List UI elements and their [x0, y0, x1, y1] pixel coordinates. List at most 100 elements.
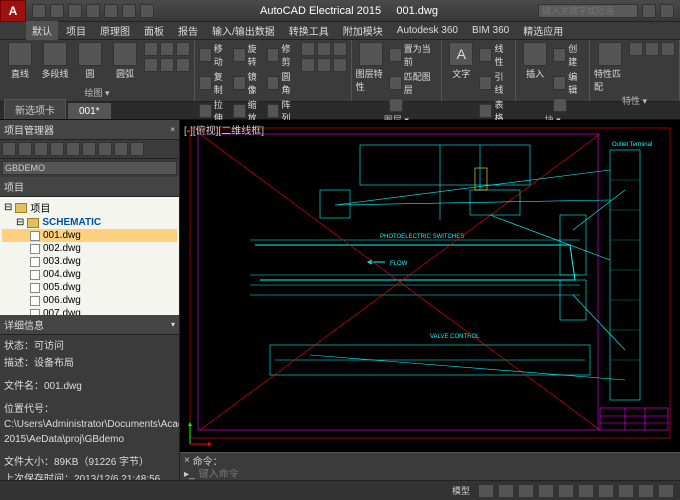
status-qp-icon[interactable] — [618, 484, 634, 498]
pm-tool-5-icon[interactable] — [66, 142, 80, 156]
qat-new-icon[interactable] — [32, 4, 46, 18]
rotate-button[interactable]: 旋转 — [233, 42, 264, 68]
tab-default[interactable]: 默认 — [26, 21, 58, 40]
status-lwt-icon[interactable] — [598, 484, 614, 498]
modify-more-4-icon[interactable] — [301, 58, 315, 72]
ucs-icon[interactable] — [186, 418, 216, 448]
command-input[interactable] — [195, 469, 676, 480]
tree-file[interactable]: 001.dwg — [2, 229, 177, 242]
status-otrack-icon[interactable] — [578, 484, 594, 498]
modify-more-3-icon[interactable] — [333, 42, 347, 56]
tab-featured[interactable]: 精选应用 — [517, 21, 569, 40]
qat-undo-icon[interactable] — [122, 4, 136, 18]
polyline-button[interactable]: 多段线 — [39, 42, 71, 80]
pm-tool-3-icon[interactable] — [34, 142, 48, 156]
fillet-button[interactable]: 圆角 — [267, 70, 298, 96]
qat-plot-icon[interactable] — [104, 4, 118, 18]
insert-button[interactable]: 插入 — [520, 42, 550, 80]
tab-panel[interactable]: 面板 — [138, 21, 170, 40]
pm-search-input[interactable] — [2, 161, 177, 175]
pm-tool-8-icon[interactable] — [114, 142, 128, 156]
copy-button[interactable]: 复制 — [199, 70, 230, 96]
draw-more-5-icon[interactable] — [160, 58, 174, 72]
help-icon[interactable] — [660, 4, 674, 18]
props-3-icon[interactable] — [661, 42, 675, 56]
status-custom-icon[interactable] — [658, 484, 674, 498]
app-menu-button[interactable]: A — [0, 0, 26, 22]
match-props-button[interactable]: 特性匹配 — [594, 42, 626, 93]
status-ortho-icon[interactable] — [518, 484, 534, 498]
layer-props-button[interactable]: 图层特性 — [356, 42, 386, 93]
collapse-icon[interactable]: ▾ — [171, 320, 175, 329]
status-polar-icon[interactable] — [538, 484, 554, 498]
drawing-canvas[interactable]: [-][俯视][二维线框] PHOTOELECTRIC SWITCHES FLO… — [180, 120, 680, 480]
leader-button[interactable]: 引线 — [479, 70, 511, 96]
tree-root[interactable]: ⊟项目 — [2, 199, 177, 216]
circle-button[interactable]: 圆 — [74, 42, 106, 80]
tree-file[interactable]: 003.dwg — [2, 255, 177, 268]
pm-tool-9-icon[interactable] — [130, 142, 144, 156]
project-tree[interactable]: ⊟项目 ⊟SCHEMATIC 001.dwg 002.dwg 003.dwg 0… — [0, 197, 179, 315]
dim-linear-button[interactable]: 线性 — [479, 42, 511, 68]
tree-file[interactable]: 004.dwg — [2, 268, 177, 281]
pm-tool-1-icon[interactable] — [2, 142, 16, 156]
pm-tool-6-icon[interactable] — [82, 142, 96, 156]
draw-more-6-icon[interactable] — [176, 58, 190, 72]
tab-schematic[interactable]: 原理图 — [94, 21, 136, 40]
modify-more-1-icon[interactable] — [301, 42, 315, 56]
draw-more-1-icon[interactable] — [144, 42, 158, 56]
make-current-button[interactable]: 置为当前 — [389, 42, 438, 68]
edit-block-button[interactable]: 编辑 — [553, 70, 585, 96]
pm-tool-7-icon[interactable] — [98, 142, 112, 156]
block-more-icon[interactable] — [553, 98, 567, 112]
draw-more-2-icon[interactable] — [160, 42, 174, 56]
modify-more-5-icon[interactable] — [317, 58, 331, 72]
pm-tool-4-icon[interactable] — [50, 142, 64, 156]
tree-file[interactable]: 006.dwg — [2, 294, 177, 307]
qat-saveas-icon[interactable] — [86, 4, 100, 18]
tab-addins[interactable]: 附加模块 — [337, 21, 389, 40]
tree-file[interactable]: 002.dwg — [2, 242, 177, 255]
trim-button[interactable]: 修剪 — [267, 42, 298, 68]
status-ws-icon[interactable] — [638, 484, 654, 498]
props-1-icon[interactable] — [629, 42, 643, 56]
new-tab-button[interactable]: 新选项卡 — [4, 99, 66, 119]
draw-more-3-icon[interactable] — [176, 42, 190, 56]
pm-close-icon[interactable]: × — [170, 125, 175, 134]
pm-tool-2-icon[interactable] — [18, 142, 32, 156]
help-search-input[interactable] — [538, 4, 638, 18]
tab-bim360[interactable]: BIM 360 — [466, 23, 515, 38]
match-layer-button[interactable]: 匹配图层 — [389, 70, 438, 96]
move-button[interactable]: 移动 — [199, 42, 230, 68]
tree-schematic[interactable]: ⊟SCHEMATIC — [2, 216, 177, 229]
status-grid-icon[interactable] — [478, 484, 494, 498]
qat-open-icon[interactable] — [50, 4, 64, 18]
draw-more-4-icon[interactable] — [144, 58, 158, 72]
panel-title-draw[interactable]: 绘图 ▾ — [4, 85, 190, 99]
tab-convert[interactable]: 转换工具 — [283, 21, 335, 40]
line-button[interactable]: 直线 — [4, 42, 36, 80]
tab-io[interactable]: 输入/输出数据 — [206, 21, 281, 40]
tab-report[interactable]: 报告 — [172, 21, 204, 40]
panel-title-props[interactable]: 特性 ▾ — [594, 93, 675, 107]
viewport-label[interactable]: [-][俯视][二维线框] — [184, 122, 264, 137]
modify-more-2-icon[interactable] — [317, 42, 331, 56]
status-snap-icon[interactable] — [498, 484, 514, 498]
mirror-button[interactable]: 镜像 — [233, 70, 264, 96]
signin-icon[interactable] — [642, 4, 656, 18]
tree-file[interactable]: 007.dwg — [2, 307, 177, 315]
model-tab[interactable]: 模型 — [448, 484, 474, 497]
tree-file[interactable]: 005.dwg — [2, 281, 177, 294]
doc-tab[interactable]: 001* — [68, 103, 111, 119]
cmd-clear-icon[interactable]: × — [184, 455, 190, 466]
status-osnap-icon[interactable] — [558, 484, 574, 498]
tab-a360[interactable]: Autodesk 360 — [391, 23, 464, 38]
arc-button[interactable]: 圆弧 — [109, 42, 141, 80]
create-block-button[interactable]: 创建 — [553, 42, 585, 68]
qat-redo-icon[interactable] — [140, 4, 154, 18]
layer-more-icon[interactable] — [389, 98, 403, 112]
qat-save-icon[interactable] — [68, 4, 82, 18]
tab-project[interactable]: 项目 — [60, 21, 92, 40]
modify-more-6-icon[interactable] — [333, 58, 347, 72]
props-2-icon[interactable] — [645, 42, 659, 56]
